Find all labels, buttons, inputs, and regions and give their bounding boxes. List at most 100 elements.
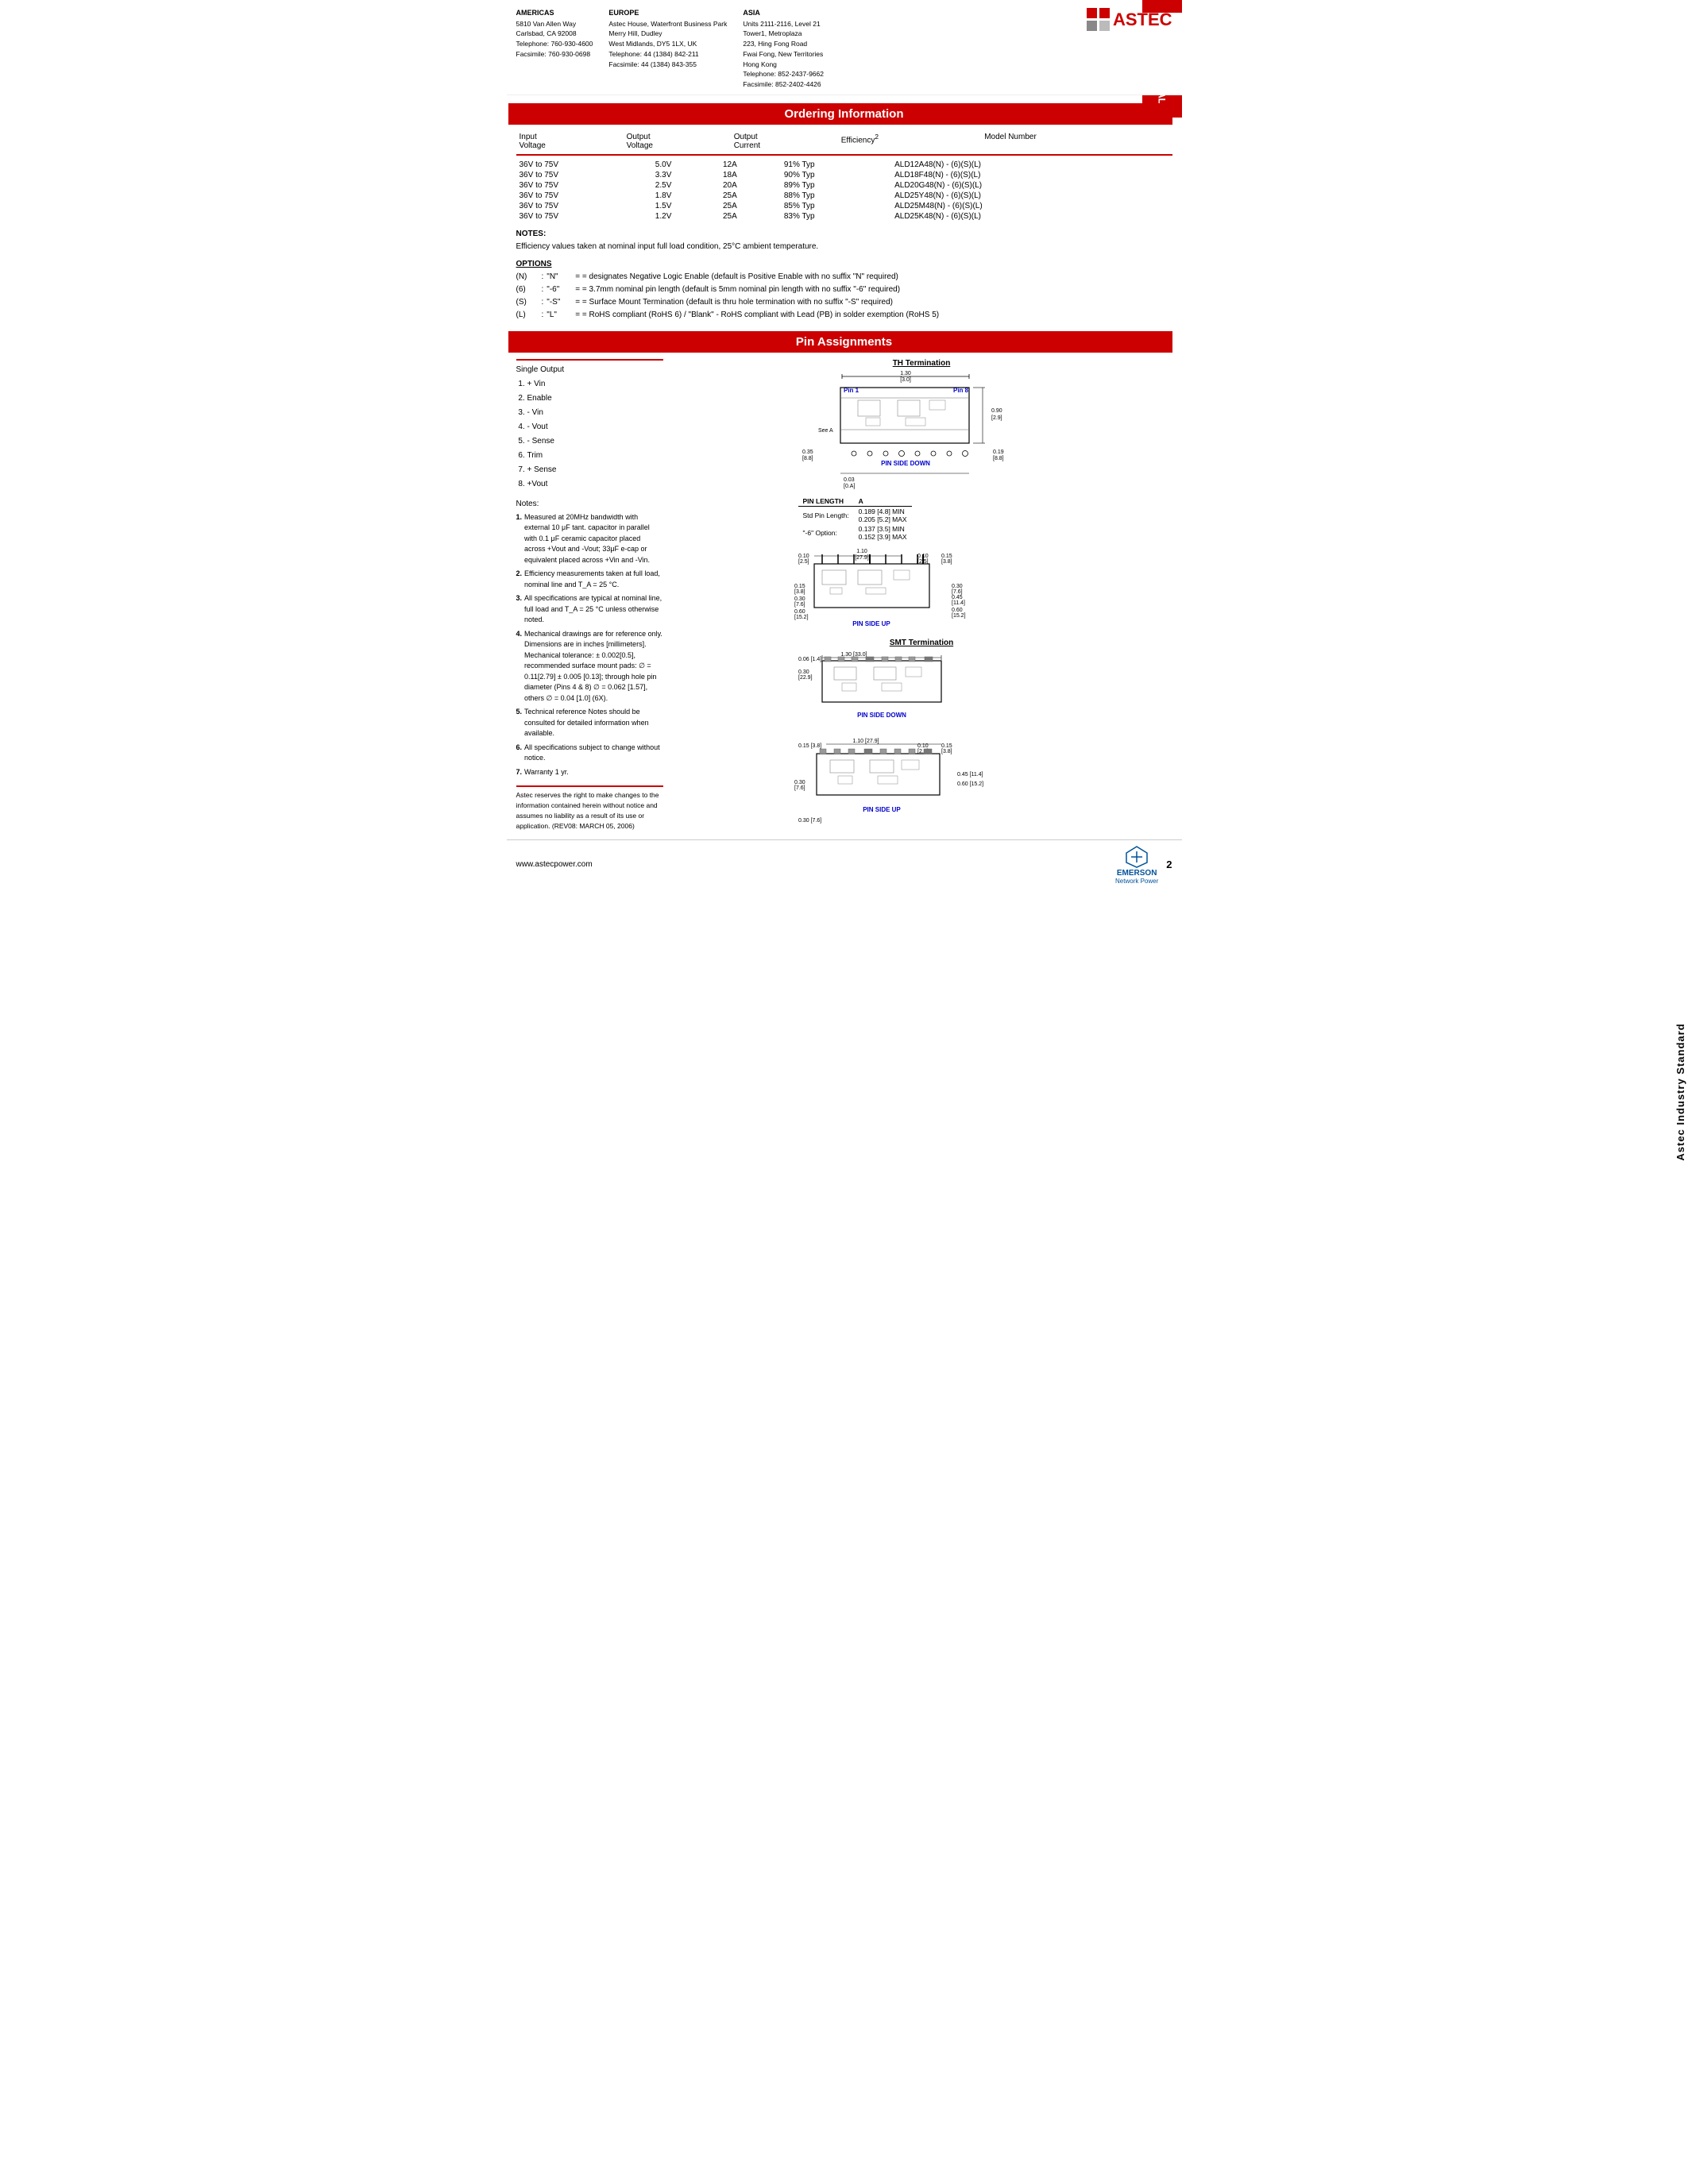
options-label: OPTIONS [516,258,1172,271]
table-row: 36V to 75V5.0V12A91% TypALD12A48(N) - (6… [516,160,1172,170]
svg-text:0.30: 0.30 [952,584,963,589]
svg-text:0.45 [11.4]: 0.45 [11.4] [957,772,983,778]
svg-text:[7.6]: [7.6] [794,602,805,608]
europe-title: EUROPE [608,8,727,19]
list-item: - Sense [527,434,663,449]
address-block-group: AMERICAS 5810 Van Allen WayCarlsbad, CA … [516,8,1087,90]
logo-grid [1087,8,1111,32]
pin-diagrams: TH Termination 1.30 [3.0] Pin 1 Pin 8 [671,359,1172,832]
emerson-sub: Network Power [1115,878,1158,885]
pin-notes: Notes: 1.Measured at 20MHz bandwidth wit… [516,498,663,778]
disclaimer: Astec reserves the right to make changes… [516,785,663,831]
svg-text:[8.8]: [8.8] [802,456,813,461]
svg-text:1.10: 1.10 [856,549,867,554]
table-divider [516,154,1172,156]
astec-logo: ASTEC [1087,8,1172,32]
option-item: (6):"-6"= = 3.7mm nominal pin length (de… [516,284,1172,296]
svg-text:0.15: 0.15 [794,584,805,589]
svg-text:1.10 [27.9]: 1.10 [27.9] [852,739,879,744]
list-item: - Vin [527,406,663,420]
pin-length-col1: PIN LENGTH [798,496,854,507]
list-item: + Vin [527,377,663,392]
single-output-label: Single Output [516,365,663,374]
smt-pin-side-down-svg: 1.30 [33.0] 0.30 [22.9] [794,650,1049,733]
ordering-title: Ordering Information [516,103,1172,125]
svg-text:[3.8]: [3.8] [794,589,805,595]
page: AMERICAS 5810 Van Allen WayCarlsbad, CA … [507,0,1182,889]
table-row: 36V to 75V2.5V20A89% TypALD20G48(N) - (6… [516,180,1172,191]
ordering-table: InputVoltage OutputVoltage OutputCurrent… [516,131,1172,152]
footer-url: www.astecpower.com [516,860,593,869]
col-efficiency: Efficiency2 [838,131,981,152]
list-item: 5.Technical reference Notes should be co… [516,707,663,739]
header: AMERICAS 5810 Van Allen WayCarlsbad, CA … [507,0,1182,95]
table-row: 36V to 75V1.2V25A83% TypALD25K48(N) - (6… [516,211,1172,222]
col-output-voltage: OutputVoltage [624,131,731,152]
svg-text:0.30: 0.30 [798,669,809,675]
europe-address: EUROPE Astec House, Waterfront Business … [608,8,727,90]
svg-text:PIN SIDE DOWN: PIN SIDE DOWN [881,460,930,467]
svg-text:[3.8]: [3.8] [941,749,952,754]
list-item: + Sense [527,463,663,477]
six-option-value: 0.137 [3.5] MIN0.152 [3.9] MAX [854,524,912,542]
astec-brand-text: ASTEC [1113,10,1172,30]
th-pin-side-down-svg: 1.30 [3.0] Pin 1 Pin 8 [794,370,1049,493]
ordering-section: Ordering Information InputVoltage Output… [516,103,1172,322]
logo-area: ASTEC [1087,8,1172,90]
asia-address: ASIA Units 2111-2116, Level 21Tower1, Me… [743,8,824,90]
svg-text:[3.0]: [3.0] [900,377,911,383]
options-list: (N):"N"= = designates Negative Logic Ena… [516,271,1172,322]
content-area: Ordering Information InputVoltage Output… [507,103,1182,832]
list-item: Enable [527,392,663,406]
svg-text:0.30 [7.6]: 0.30 [7.6] [798,818,821,824]
notes-heading: Notes: [516,498,663,510]
table-row: Std Pin Length: 0.189 [4.8] MIN0.205 [5.… [798,506,912,524]
svg-text:0.45: 0.45 [952,595,963,600]
svg-text:0.60: 0.60 [952,608,963,613]
list-item: 4.Mechanical drawings are for reference … [516,629,663,704]
list-item: 7.Warranty 1 yr. [516,767,663,778]
svg-text:1.30: 1.30 [900,371,911,376]
col-output-current: OutputCurrent [731,131,838,152]
svg-text:[2.5]: [2.5] [798,559,809,565]
th-pin-side-up-svg: 0.10 [2.5] 1.10 [27.9] 0.10 [2.5] 0.15 [… [794,546,1049,634]
pin-red-divider [516,359,663,361]
list-item: 2.Efficiency measurements taken at full … [516,569,663,590]
svg-text:0.06 [1.4]: 0.06 [1.4] [798,657,821,662]
svg-text:[8.8]: [8.8] [993,456,1004,461]
svg-text:PIN SIDE DOWN: PIN SIDE DOWN [857,712,906,719]
svg-text:[2.9]: [2.9] [991,415,1002,421]
footer: www.astecpower.com EMERSON Network Power… [507,839,1182,889]
std-pin-label: Std Pin Length: [798,506,854,524]
americas-title: AMERICAS [516,8,593,19]
svg-text:[7.6]: [7.6] [952,589,963,595]
europe-text: Astec House, Waterfront Business ParkMer… [608,19,727,70]
americas-text: 5810 Van Allen WayCarlsbad, CA 92008Tele… [516,19,593,60]
svg-text:0.30: 0.30 [794,596,805,602]
ordering-data-table: 36V to 75V5.0V12A91% TypALD12A48(N) - (6… [516,160,1172,222]
notes-block: NOTES: Efficiency values taken at nomina… [516,228,1172,322]
table-header-row: InputVoltage OutputVoltage OutputCurrent… [516,131,1172,152]
svg-text:0.15: 0.15 [941,743,952,749]
svg-text:0.15: 0.15 [941,554,952,559]
pin-length-table: PIN LENGTH A Std Pin Length: 0.189 [4.8]… [798,496,912,542]
list-item: 3.All specifications are typical at nomi… [516,593,663,626]
svg-text:0.10: 0.10 [917,743,929,749]
notes-text: Efficiency values taken at nominal input… [516,241,1172,253]
six-option-label: "-6" Option: [798,524,854,542]
svg-text:[22.9]: [22.9] [798,675,813,681]
emerson-logo: EMERSON Network Power [1115,845,1158,885]
asia-title: ASIA [743,8,824,19]
smt-pin-side-up-svg: 0.15 [3.8] 1.10 [27.9] 0.10 [2.5] 0.15 [… [794,736,1049,832]
svg-text:0.10: 0.10 [798,554,809,559]
table-row: 36V to 75V1.8V25A88% TypALD25Y48(N) - (6… [516,191,1172,201]
col-model-number: Model Number [981,131,1172,152]
svg-text:0.03: 0.03 [844,477,855,483]
pin-length-col2: A [854,496,912,507]
std-pin-value: 0.189 [4.8] MIN0.205 [5.2] MAX [854,506,912,524]
pin-col-left: Single Output + VinEnable- Vin- Vout- Se… [516,359,663,832]
smt-termination-title: SMT Termination [671,639,1172,647]
svg-text:[15.2]: [15.2] [794,615,809,620]
asia-text: Units 2111-2116, Level 21Tower1, Metropl… [743,19,824,90]
option-item: (N):"N"= = designates Negative Logic Ena… [516,271,1172,284]
